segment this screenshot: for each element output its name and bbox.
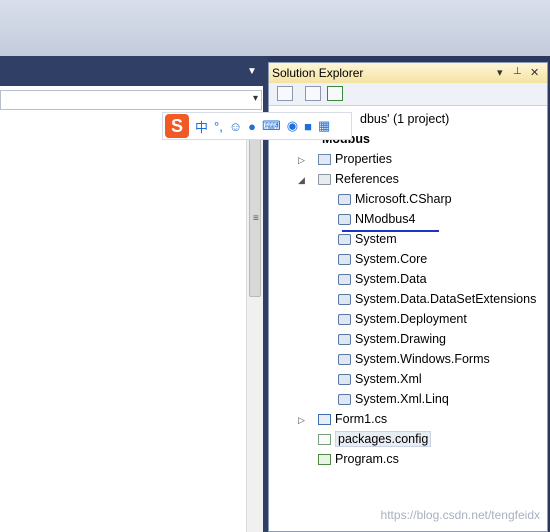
reference-icon [338, 393, 351, 405]
tree-item-packages-config[interactable]: packages.config [318, 430, 432, 448]
tree-item-reference[interactable]: System.Data [338, 270, 427, 288]
tree-item-reference[interactable]: System.Xml.Linq [338, 390, 449, 408]
tree-item-label: Microsoft.CSharp [355, 192, 452, 206]
solution-explorer-titlebar: Solution Explorer ▾ ⊥ ✕ [269, 63, 547, 84]
chevron-down-icon[interactable]: ▾ [253, 93, 258, 104]
show-all-files-button[interactable] [305, 86, 321, 101]
document-tab-strip [0, 56, 264, 86]
refresh-button[interactable] [327, 86, 343, 101]
properties-icon [318, 153, 331, 165]
tree-item-label: System.Xml.Linq [355, 392, 449, 406]
tree-item-label: System.Windows.Forms [355, 352, 490, 366]
tree-item-reference[interactable]: System.Data.DataSetExtensions [338, 290, 536, 308]
close-icon[interactable]: ✕ [530, 66, 539, 79]
tree-item-label: packages.config [335, 431, 432, 447]
editor-vertical-scrollbar[interactable]: ≡ [246, 112, 263, 532]
tree-item-label: NModbus4 [355, 212, 416, 226]
tree-item-label: System.Xml [355, 372, 422, 386]
top-toolbar-area [0, 0, 550, 56]
tree-item-reference[interactable]: System [338, 230, 397, 248]
reference-icon [338, 193, 351, 205]
reference-icon [338, 373, 351, 385]
solution-explorer-toolbar [269, 83, 547, 106]
reference-icon [338, 253, 351, 265]
pin-icon[interactable]: ⊥ [513, 66, 522, 77]
tab-dropdown-arrow-icon[interactable]: ▼ [247, 66, 257, 77]
tree-item-reference[interactable]: System.Core [338, 250, 427, 268]
emoji-icon[interactable]: ☺ [229, 119, 242, 134]
tree-item-form1[interactable]: Form1.cs [318, 410, 387, 428]
csharp-file-icon [318, 453, 331, 465]
ime-toolbar: S 中 °, ☺ ● ⌨ ◉ ■ ▦ [162, 112, 352, 140]
tree-item-program[interactable]: Program.cs [318, 450, 399, 468]
reference-icon [338, 213, 351, 225]
sogou-logo-icon[interactable]: S [165, 114, 189, 138]
dropdown-icon[interactable]: ▾ [497, 66, 503, 79]
tree-item-properties[interactable]: Properties [318, 150, 392, 168]
tree-item-reference[interactable]: System.Drawing [338, 330, 446, 348]
properties-button[interactable] [277, 86, 293, 101]
folder-icon [318, 173, 331, 185]
tree-item-reference[interactable]: Microsoft.CSharp [338, 190, 452, 208]
collapse-arrow-icon[interactable]: ◢ [298, 175, 305, 186]
tree-item-label: Properties [335, 152, 392, 166]
form-file-icon [318, 413, 331, 425]
solution-label: dbus' (1 project) [360, 112, 450, 126]
skin-icon[interactable]: ■ [304, 119, 312, 134]
punctuation-icon[interactable]: °, [214, 119, 223, 134]
tree-item-label: System.Drawing [355, 332, 446, 346]
tree-item-label: Program.cs [335, 452, 399, 466]
solution-node[interactable]: dbus' (1 project) [360, 110, 449, 128]
tree-item-label: System.Deployment [355, 312, 467, 326]
tree-item-references[interactable]: References [318, 170, 399, 188]
reference-icon [338, 333, 351, 345]
keyboard-icon[interactable]: ⌨ [262, 118, 281, 134]
reference-icon [338, 353, 351, 365]
expand-arrow-icon[interactable]: ▷ [298, 155, 305, 166]
tree-item-reference[interactable]: System.Deployment [338, 310, 467, 328]
tree-item-reference[interactable]: System.Windows.Forms [338, 350, 490, 368]
member-dropdown[interactable]: ▾ [0, 90, 262, 110]
chinese-mode-icon[interactable]: 中 [195, 117, 208, 136]
reference-icon [338, 233, 351, 245]
reference-icon [338, 293, 351, 305]
reference-icon [338, 273, 351, 285]
tree-item-reference[interactable]: NModbus4 [338, 210, 415, 228]
tree-item-label: System [355, 232, 397, 246]
grip-icon: ≡ [253, 213, 259, 224]
code-editor-area[interactable] [0, 86, 264, 532]
tree-item-label: System.Data.DataSetExtensions [355, 292, 537, 306]
panel-title: Solution Explorer [272, 66, 364, 80]
tree-item-reference[interactable]: System.Xml [338, 370, 422, 388]
expand-arrow-icon[interactable]: ▷ [298, 415, 305, 426]
user-icon[interactable]: ◉ [287, 118, 298, 134]
tree-item-label: System.Core [355, 252, 428, 266]
tree-item-label: System.Data [355, 272, 427, 286]
menu-grid-icon[interactable]: ▦ [318, 118, 330, 134]
reference-icon [338, 313, 351, 325]
tree-item-label: Form1.cs [335, 412, 388, 426]
tree-item-label: References [335, 172, 399, 186]
config-file-icon [318, 433, 331, 445]
watermark: https://blog.csdn.net/tengfeidx [380, 508, 540, 522]
microphone-icon[interactable]: ● [248, 119, 256, 134]
